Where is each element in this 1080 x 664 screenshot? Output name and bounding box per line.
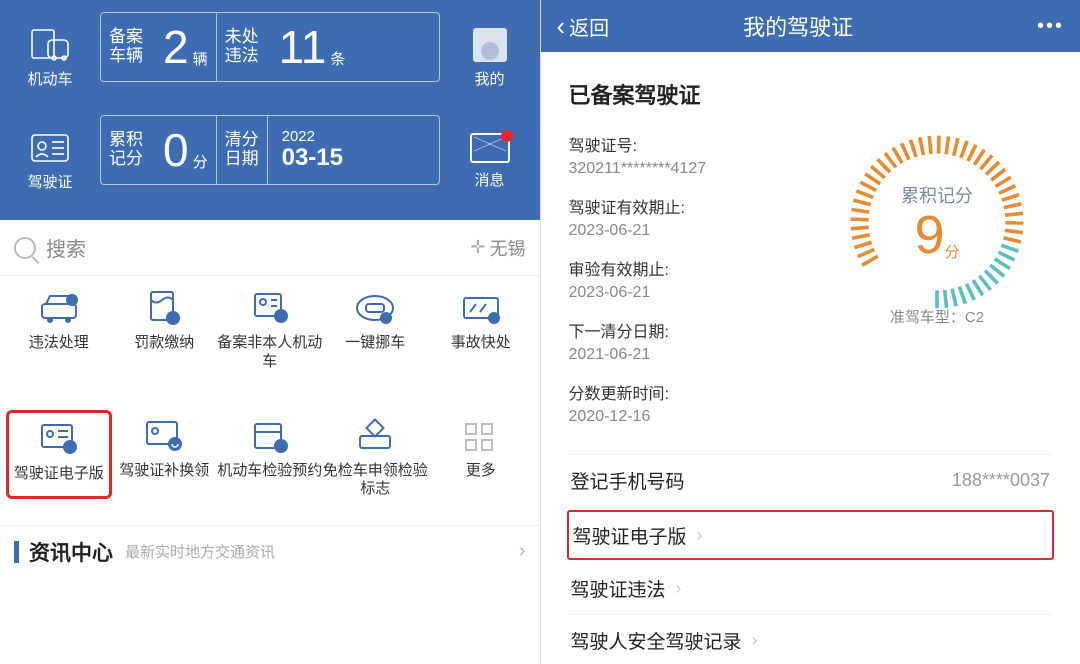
chevron-right-icon: › xyxy=(697,525,703,546)
service-label: 事故快处 xyxy=(451,334,511,353)
card2-date: 03-15 xyxy=(282,145,343,171)
list-value: 188****0037 xyxy=(952,470,1050,491)
gauge-unit: 分 xyxy=(945,241,960,262)
card1-seg2-unit: 条 xyxy=(330,48,345,69)
service-label: 罚款缴纳 xyxy=(134,334,194,353)
city-label: 无锡 xyxy=(490,235,526,261)
news-subtitle: 最新实时地方交通资讯 xyxy=(125,541,275,562)
card1-seg2-label: 未处 违法 xyxy=(225,28,259,65)
license-info-card[interactable]: 累积 记分 0分 清分 日期 2022 03-15 xyxy=(100,115,440,185)
avatar-icon xyxy=(473,28,507,62)
news-center[interactable]: 资讯中心 最新实时地方交通资讯 › xyxy=(0,525,540,577)
list-key: 登记手机号码 xyxy=(571,467,685,494)
detail-value: 320211********4127 xyxy=(569,160,823,178)
nav-license-label: 驾驶证 xyxy=(27,171,72,192)
envelope-icon xyxy=(470,133,510,163)
service-register[interactable]: 备案非本人机动车 xyxy=(217,290,323,372)
section-title: 已备案驾驶证 xyxy=(569,78,1053,110)
search-placeholder: 搜索 xyxy=(46,233,86,262)
detail-key: 分数更新时间: xyxy=(569,380,823,404)
service-label: 驾驶证补换领 xyxy=(119,462,209,481)
detail-value: 2020-12-16 xyxy=(569,408,823,426)
nav-vehicle[interactable]: 机动车 xyxy=(10,12,90,105)
replace-icon xyxy=(143,418,185,454)
list-key: 驾驶人安全驾驶记录 xyxy=(571,627,742,654)
service-label: 驾驶证电子版 xyxy=(14,465,104,484)
accent-bar-icon xyxy=(14,541,19,563)
search-row[interactable]: 搜索 无锡 xyxy=(0,220,540,276)
list-phone[interactable]: 登记手机号码 188****0037 xyxy=(569,455,1053,507)
detail-value: 2023-06-21 xyxy=(569,222,823,240)
service-exempt[interactable]: 免检车申领检验标志 xyxy=(323,418,429,500)
card2-seg1-label: 累积 记分 xyxy=(109,131,143,168)
card1-seg1-label: 备案 车辆 xyxy=(109,28,143,65)
service-accident[interactable]: 事故快处 xyxy=(428,290,534,372)
chevron-right-icon: › xyxy=(752,630,758,651)
license-details: 驾驶证号: 320211********4127 驾驶证有效期止: 2023-06-… xyxy=(569,132,823,426)
card1-seg1-value: 2 xyxy=(159,24,193,70)
card1-seg2-value: 11 xyxy=(275,24,331,70)
service-label: 一键挪车 xyxy=(345,334,405,353)
move-car-icon xyxy=(354,290,396,326)
service-e-license[interactable]: 驾驶证电子版 xyxy=(6,410,112,500)
service-violation[interactable]: 违法处理 xyxy=(6,290,112,372)
e-license-icon xyxy=(38,421,80,457)
detail-key: 驾驶证号: xyxy=(569,132,823,156)
nav-my[interactable]: 我的 xyxy=(450,12,530,105)
city-selector[interactable]: 无锡 xyxy=(470,235,525,261)
service-inspection[interactable]: 机动车检验预约 xyxy=(217,418,323,500)
more-menu-icon[interactable]: ••• xyxy=(1037,15,1064,38)
search-icon xyxy=(14,237,36,259)
calendar-icon xyxy=(249,418,291,454)
service-more[interactable]: 更多 xyxy=(428,418,534,500)
news-title: 资讯中心 xyxy=(29,537,113,567)
service-label: 更多 xyxy=(466,462,496,481)
chevron-right-icon: › xyxy=(519,540,526,563)
list-key: 驾驶证电子版 xyxy=(573,522,687,549)
detail-value: 2023-06-21 xyxy=(569,284,823,302)
detail-key: 驾驶证有效期止: xyxy=(569,194,823,218)
detail-key: 下一清分日期: xyxy=(569,318,823,342)
document-icon xyxy=(143,290,185,326)
nav-message[interactable]: 消息 xyxy=(450,115,530,208)
id-card-icon xyxy=(249,290,291,326)
list-violation[interactable]: 驾驶证违法 › xyxy=(569,563,1053,615)
notification-dot-icon xyxy=(501,130,513,142)
nav-my-label: 我的 xyxy=(474,68,504,89)
card2-seg2-label: 清分 日期 xyxy=(225,131,259,168)
card2-year: 2022 xyxy=(282,129,343,146)
more-icon xyxy=(460,418,502,454)
card1-seg1-unit: 辆 xyxy=(193,48,208,69)
car-icon xyxy=(38,290,80,326)
nav-license[interactable]: 驾驶证 xyxy=(10,115,90,208)
nav-vehicle-label: 机动车 xyxy=(27,68,72,89)
list-key: 驾驶证违法 xyxy=(571,575,666,602)
chevron-right-icon: › xyxy=(676,578,682,599)
service-replace-license[interactable]: 驾驶证补换领 xyxy=(112,418,218,500)
license-menu-list: 登记手机号码 188****0037 驾驶证电子版 › 驾驶证违法 › 驾驶人安全驾驶… xyxy=(569,454,1053,664)
list-e-license[interactable]: 驾驶证电子版 › xyxy=(567,510,1055,560)
service-label: 机动车检验预约 xyxy=(217,462,322,481)
service-fine[interactable]: 罚款缴纳 xyxy=(112,290,218,372)
service-label: 违法处理 xyxy=(29,334,89,353)
detail-key: 审验有效期止: xyxy=(569,256,823,280)
nav-message-label: 消息 xyxy=(474,169,504,190)
service-move-car[interactable]: 一键挪车 xyxy=(323,290,429,372)
page-title: 我的驾驶证 xyxy=(559,10,1037,42)
card2-seg1-unit: 分 xyxy=(193,151,208,172)
service-label: 备案非本人机动车 xyxy=(217,334,323,372)
card2-seg1-value: 0 xyxy=(159,127,193,173)
service-label: 免检车申领检验标志 xyxy=(323,462,429,500)
points-gauge: 累积记分 9分 xyxy=(847,132,1027,312)
gauge-value: 9 xyxy=(914,208,944,262)
service-grid: 违法处理 罚款缴纳 备案非本人机动车 一键挪车 事故快处 驾驶证电子版 驾驶证补… xyxy=(0,276,540,503)
detail-value: 2021-06-21 xyxy=(569,346,823,364)
list-safety-record[interactable]: 驾驶人安全驾驶记录 › xyxy=(569,615,1053,664)
accident-icon xyxy=(460,290,502,326)
badge-icon xyxy=(354,418,396,454)
vehicle-info-card[interactable]: 备案 车辆 2辆 未处 违法 11条 xyxy=(100,12,440,82)
